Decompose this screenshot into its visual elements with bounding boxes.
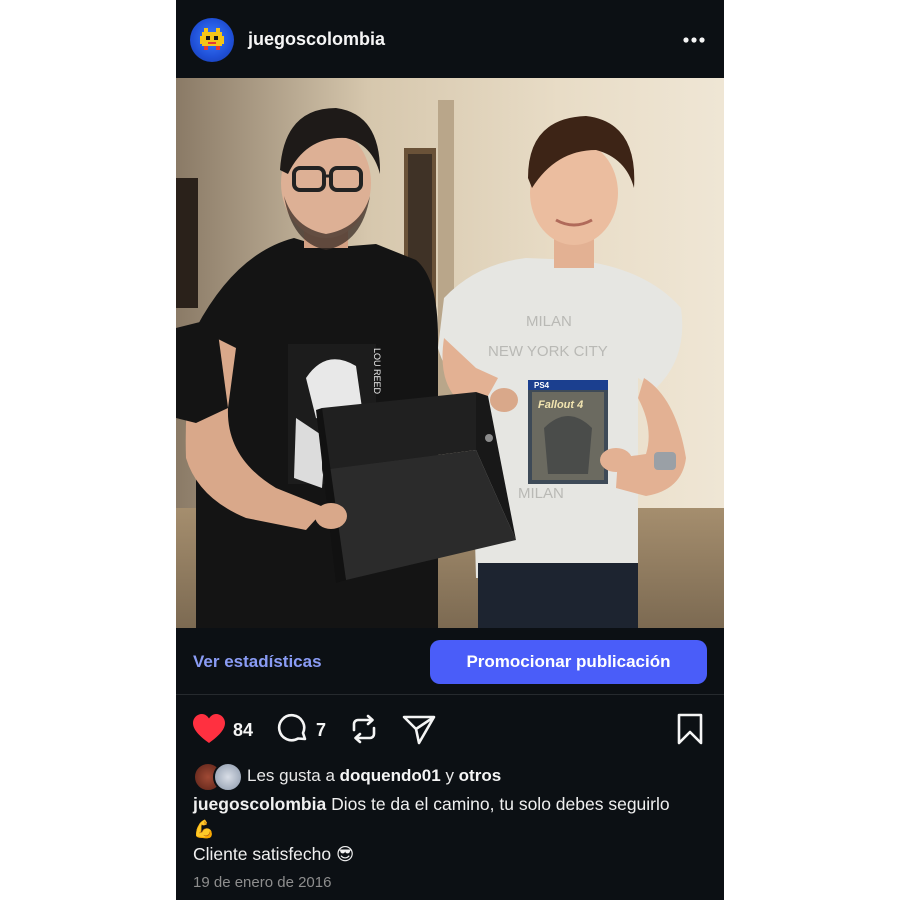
repost-icon [352,714,376,744]
profile-avatar[interactable] [190,18,234,62]
photo-illustration: LOU REED MILAN NEW YORK CITY MILAN PS4 F… [176,78,724,628]
likes-summary[interactable]: Les gusta a doquendo01 y otros [193,762,713,792]
post-header: juegoscolombia [176,0,724,78]
repost-button[interactable] [348,713,380,750]
post-photo[interactable]: LOU REED MILAN NEW YORK CITY MILAN PS4 F… [176,78,724,628]
sunglasses-emoji: 😎 [336,844,355,864]
post-date: 19 de enero de 2016 [193,874,332,891]
comment-icon [277,713,307,742]
caption-line-2: Cliente satisfecho [193,844,332,864]
liker-username[interactable]: doquendo01 [340,766,441,785]
likes-prefix: Les gusta a [247,766,335,785]
flexed-biceps-emoji: 💪 [193,819,215,839]
instagram-post: juegoscolombia LOU REED MILAN NEW YORK C… [176,0,724,900]
game-box: PS4 Fallout 4 [528,380,608,484]
caption-line-1: Dios te da el camino, tu solo debes segu… [331,794,670,814]
more-horizontal-icon [683,37,705,43]
likes-text: Les gusta a doquendo01 y otros [247,766,501,786]
promote-post-button[interactable]: Promocionar publicación [430,640,707,684]
like-count[interactable]: 84 [233,720,253,741]
post-username[interactable]: juegoscolombia [248,29,385,50]
likes-others[interactable]: otros [459,766,502,785]
shirt-print-milan-bottom: MILAN [518,485,564,502]
likes-connector: y [445,766,454,785]
bookmark-icon [677,713,703,745]
pixel-invader-icon [200,28,224,50]
game-box-title: Fallout 4 [538,399,583,411]
liker-avatar [213,762,243,792]
like-button[interactable] [192,713,226,750]
post-caption: juegoscolombia Dios te da el camino, tu … [193,792,693,867]
post-actions: 84 7 [176,708,724,750]
more-options-button[interactable] [678,26,710,54]
send-icon [402,715,436,745]
save-button[interactable] [676,713,704,750]
view-insights-link[interactable]: Ver estadísticas [193,652,322,672]
shirt-print-nyc: NEW YORK CITY [488,343,608,360]
promo-bar: Ver estadísticas Promocionar publicación [176,628,724,695]
shirt-print-milan-top: MILAN [526,313,572,330]
comment-count[interactable]: 7 [316,720,326,741]
heart-filled-icon [193,714,225,743]
game-box-brand: PS4 [534,381,550,390]
shirt-print-text: LOU REED [372,348,382,395]
share-button[interactable] [402,713,436,750]
comment-button[interactable] [277,713,309,750]
caption-username[interactable]: juegoscolombia [193,794,326,814]
